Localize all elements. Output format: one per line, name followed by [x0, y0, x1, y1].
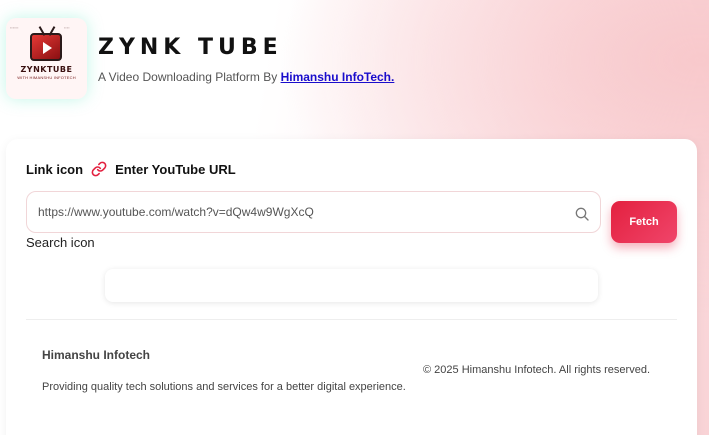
divider — [26, 319, 677, 320]
search-icon[interactable] — [574, 206, 590, 222]
logo-decoration: ▪▪▪▪ — [64, 25, 70, 30]
footer-company: Himanshu Infotech — [42, 348, 151, 362]
footer-copyright: © 2025 Himanshu Infotech. All rights res… — [423, 364, 650, 376]
site-logo[interactable]: ▪▪▪▪▪▪ ▪▪▪▪ ZYNKTUBE WITH HIMANSHU INFOT… — [6, 18, 87, 99]
link-icon-alt-text: Link icon — [26, 161, 84, 177]
logo-decoration: ▪▪▪▪▪▪ — [10, 25, 19, 30]
url-input[interactable] — [27, 192, 600, 232]
logo-subtitle: WITH HIMANSHU INFOTECH — [17, 75, 76, 80]
tv-play-icon — [30, 33, 62, 61]
result-area — [105, 269, 598, 302]
fetch-button[interactable]: Fetch — [611, 201, 677, 243]
site-tagline: A Video Downloading Platform By Himanshu… — [98, 70, 394, 84]
search-icon-alt-text: Search icon — [26, 235, 95, 250]
logo-name: ZYNKTUBE — [20, 65, 73, 74]
download-card: Link icon Enter YouTube URL Search icon … — [6, 139, 697, 435]
tagline-text: A Video Downloading Platform By — [98, 70, 281, 84]
url-input-wrapper — [26, 191, 601, 233]
url-label: Link icon Enter YouTube URL — [26, 161, 236, 177]
url-label-text: Enter YouTube URL — [115, 161, 236, 177]
footer-description: Providing quality tech solutions and ser… — [42, 381, 406, 393]
page-title: ZYNK TUBE — [98, 35, 283, 60]
company-link[interactable]: Himanshu InfoTech. — [281, 70, 395, 84]
link-icon — [91, 161, 107, 177]
